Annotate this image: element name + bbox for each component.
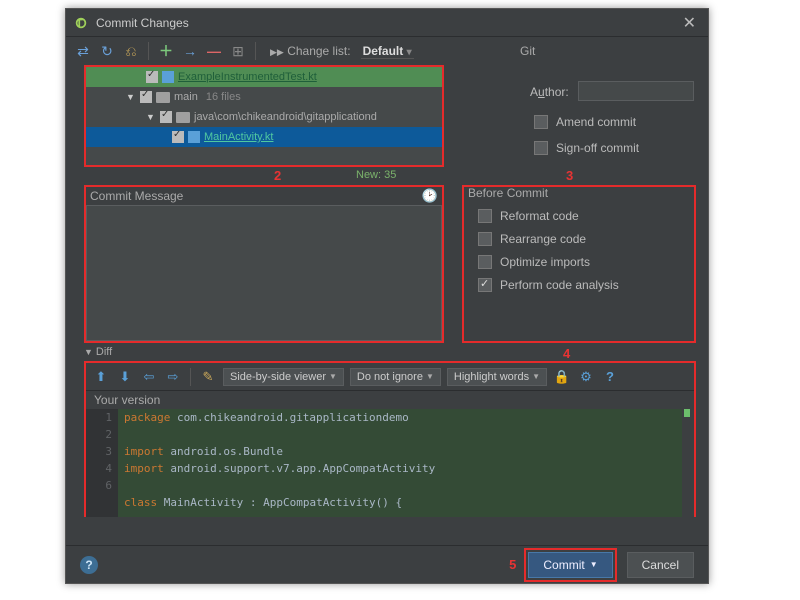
folder-icon <box>156 92 170 103</box>
diff-section-toggle[interactable]: ▼Diff <box>84 346 112 358</box>
edit-source-icon[interactable]: ✎ <box>199 368 217 386</box>
new-files-count: New: 35 <box>356 169 396 181</box>
chevron-down-icon: ▼ <box>84 347 93 357</box>
chevron-down-icon[interactable]: ▼ <box>146 112 156 122</box>
checkbox-icon[interactable] <box>478 209 492 223</box>
commit-message-input[interactable] <box>86 205 442 341</box>
help-icon[interactable]: ? <box>80 556 98 574</box>
file-count: 16 files <box>206 91 241 103</box>
tree-folder-label: main <box>174 91 198 103</box>
git-section-label: Git <box>520 44 535 58</box>
separator <box>255 42 256 60</box>
right-marker-bar <box>682 409 694 517</box>
message-history-icon[interactable]: 🕑 <box>422 188 438 204</box>
refresh-icon[interactable]: ↻ <box>98 42 116 60</box>
diff-settings-icon[interactable]: ⚙ <box>577 368 595 386</box>
status-ok-marker-icon <box>684 409 690 417</box>
show-diff-icon[interactable]: ⇄ <box>74 42 92 60</box>
tree-row[interactable]: ▼ java\com\chikeandroid\gitapplicationd <box>86 107 442 127</box>
whitespace-selector[interactable]: Do not ignore▼ <box>350 368 441 386</box>
annotation: 2 <box>274 168 281 183</box>
window-title: Commit Changes <box>96 16 679 30</box>
tree-folder-label: java\com\chikeandroid\gitapplicationd <box>194 111 377 123</box>
before-commit-panel: Before Commit Reformat code Rearrange co… <box>462 185 696 343</box>
checkbox-checked-icon[interactable] <box>478 278 492 292</box>
signoff-commit-checkbox[interactable]: Sign-off commit <box>534 141 639 155</box>
help-icon[interactable]: ? <box>601 368 619 386</box>
separator <box>190 368 191 386</box>
group-icon[interactable]: ⊞ <box>229 42 247 60</box>
kotlin-file-icon <box>188 131 200 143</box>
commit-button[interactable]: Commit▼ <box>528 552 612 578</box>
checkbox-icon[interactable] <box>140 91 152 103</box>
annotation: 4 <box>563 346 570 361</box>
remove-changelist-icon[interactable]: — <box>205 42 223 60</box>
tree-row[interactable]: ExampleInstrumentedTest.kt <box>86 67 442 87</box>
viewer-mode-selector[interactable]: Side-by-side viewer▼ <box>223 368 344 386</box>
app-icon <box>74 16 88 30</box>
commit-button-highlight: Commit▼ <box>524 548 616 582</box>
checkbox-icon[interactable] <box>478 255 492 269</box>
code-analysis-checkbox[interactable]: Perform code analysis <box>478 278 619 292</box>
line-gutter: 1 2 3 4 6 <box>86 409 118 517</box>
author-input[interactable] <box>578 81 694 101</box>
diff-version-label: Your version <box>86 391 694 409</box>
tree-row[interactable]: ▼ main 16 files <box>86 87 442 107</box>
cancel-button[interactable]: Cancel <box>627 552 694 578</box>
checkbox-icon[interactable] <box>146 71 158 83</box>
annotation: 3 <box>566 168 573 183</box>
diff-toolbar: ⬆ ⬇ ⇦ ⇨ ✎ Side-by-side viewer▼ Do not ig… <box>86 363 694 391</box>
file-tree[interactable]: ExampleInstrumentedTest.kt ▼ main 16 fil… <box>84 65 444 167</box>
commit-dialog: Commit Changes ✕ ⇄ ↻ ⎌ ＋ → — ⊞ ▶▶ Change… <box>65 8 709 584</box>
sync-scroll-icon[interactable]: 🔒 <box>553 368 571 386</box>
highlight-selector[interactable]: Highlight words▼ <box>447 368 547 386</box>
compare-next-file-icon[interactable]: ⇨ <box>164 368 182 386</box>
checkbox-icon[interactable] <box>478 232 492 246</box>
tree-file-label[interactable]: MainActivity.kt <box>204 131 273 143</box>
amend-commit-checkbox[interactable]: Amend commit <box>534 115 636 129</box>
commit-message-label: Commit Message <box>90 189 183 203</box>
move-changelist-icon[interactable]: → <box>181 42 199 60</box>
next-diff-icon[interactable]: ⬇ <box>116 368 134 386</box>
tree-row-selected[interactable]: MainActivity.kt <box>86 127 442 147</box>
new-changelist-icon[interactable]: ＋ <box>157 42 175 60</box>
author-label: Author: <box>530 85 569 99</box>
before-commit-title: Before Commit <box>468 186 548 200</box>
titlebar: Commit Changes ✕ <box>66 9 708 37</box>
changelist-selector[interactable]: Default ▾ <box>361 44 414 59</box>
reformat-code-checkbox[interactable]: Reformat code <box>478 209 619 223</box>
checkbox-icon[interactable] <box>534 115 548 129</box>
kotlin-file-icon <box>162 71 174 83</box>
tree-file-label[interactable]: ExampleInstrumentedTest.kt <box>178 71 317 83</box>
file-toolbar: ⇄ ↻ ⎌ ＋ → — ⊞ ▶▶ Change list: Default ▾ <box>66 37 708 65</box>
annotation: 5 <box>509 557 516 572</box>
separator <box>148 42 149 60</box>
folder-icon <box>176 112 190 123</box>
rearrange-code-checkbox[interactable]: Rearrange code <box>478 232 619 246</box>
chevron-down-icon[interactable]: ▼ <box>126 92 136 102</box>
checkbox-icon[interactable] <box>160 111 172 123</box>
rollback-icon[interactable]: ⎌ <box>122 42 140 60</box>
dialog-footer: ? 5 Commit▼ Cancel <box>66 545 708 583</box>
compare-prev-file-icon[interactable]: ⇦ <box>140 368 158 386</box>
code-viewer[interactable]: 1 2 3 4 6 package com.chikeandroid.gitap… <box>86 409 694 517</box>
code-lines: package com.chikeandroid.gitapplicationd… <box>118 409 694 517</box>
prev-diff-icon[interactable]: ⬆ <box>92 368 110 386</box>
checkbox-icon[interactable] <box>172 131 184 143</box>
changelist-label: ▶▶ Change list: <box>270 44 351 58</box>
diff-panel: ⬆ ⬇ ⇦ ⇨ ✎ Side-by-side viewer▼ Do not ig… <box>84 361 696 517</box>
close-icon[interactable]: ✕ <box>679 13 700 33</box>
optimize-imports-checkbox[interactable]: Optimize imports <box>478 255 619 269</box>
checkbox-icon[interactable] <box>534 141 548 155</box>
commit-message-panel: Commit Message 🕑 <box>84 185 444 343</box>
